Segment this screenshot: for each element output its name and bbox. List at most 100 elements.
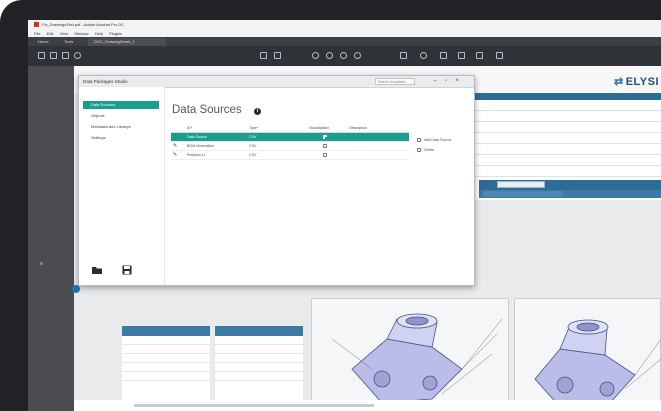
fit-page-icon[interactable]: [400, 52, 407, 59]
zoom-out-icon[interactable]: [340, 52, 347, 59]
menu-help[interactable]: Help: [95, 31, 103, 36]
panel-handle[interactable]: [40, 262, 43, 265]
nav-item-objects[interactable]: Objects: [83, 112, 159, 120]
card-line: [122, 336, 210, 345]
add-data-source-label: Add Data Source: [424, 138, 452, 142]
table-row: [447, 166, 661, 177]
delete-icon: [417, 148, 421, 152]
menubar: File Edit View Window Help Plugins: [28, 30, 661, 37]
nav-item-metadata[interactable]: Metadata and Librarys: [83, 123, 159, 131]
data-packages-dialog: Data Packages Studio Search templates...…: [78, 75, 475, 286]
card-header: [215, 326, 303, 336]
resize-handle[interactable]: [72, 285, 80, 293]
dialog-search-input[interactable]: Search templates...: [375, 78, 415, 85]
row-type: CSV: [249, 135, 257, 139]
maximize-icon[interactable]: ▫: [442, 77, 450, 86]
page-title: Data Sources: [172, 104, 242, 116]
info-card: [215, 326, 303, 411]
delete-button[interactable]: Delete: [417, 145, 467, 155]
save-icon[interactable]: [121, 263, 133, 275]
card-line: [122, 345, 210, 354]
window-titlebar: Fix_DrawingsTest.pdf - Adobe Acrobat Pro…: [28, 20, 661, 30]
row-type: CSV: [249, 153, 257, 157]
edit-row-icon[interactable]: ✎: [173, 152, 177, 158]
pointer-icon[interactable]: [312, 52, 319, 59]
dialog-content: Data Sources i ID* Type* Visualization D…: [165, 87, 474, 285]
card-line: [215, 372, 303, 381]
subheader-cell: [483, 191, 563, 197]
card-line: [122, 363, 210, 372]
add-data-source-button[interactable]: Add Data Source: [417, 135, 467, 145]
card-line: [215, 363, 303, 372]
delete-label: Delete: [424, 148, 435, 152]
menu-file[interactable]: File: [34, 31, 40, 36]
prev-page-icon[interactable]: [260, 52, 267, 59]
folder-open-icon[interactable]: [91, 263, 103, 275]
table-row[interactable]: ✎ BOM Information CSV: [171, 142, 409, 151]
tab-bar: Home Tools DOC_DrawingSheet_1: [28, 37, 661, 46]
row-type: CSV: [249, 144, 257, 148]
table-row: [447, 100, 661, 111]
cad-part-illustration: [534, 319, 661, 408]
mail-icon[interactable]: [62, 52, 69, 59]
column-header-id[interactable]: ID*: [187, 124, 192, 132]
cad-drawing-view: [311, 298, 509, 411]
hand-icon[interactable]: [326, 52, 333, 59]
card-line: [215, 345, 303, 354]
highlight-icon[interactable]: [440, 52, 447, 59]
column-header-description[interactable]: Description: [349, 124, 367, 132]
save-icon[interactable]: [38, 52, 45, 59]
card-line: [122, 372, 210, 381]
menu-edit[interactable]: Edit: [47, 31, 54, 36]
column-header-type[interactable]: Type*: [249, 124, 258, 132]
comment-icon[interactable]: [420, 52, 427, 59]
acrobat-app-icon: [34, 22, 39, 28]
info-icon[interactable]: i: [254, 108, 261, 115]
row-id: Data Source: [187, 135, 207, 139]
row-id: Revision Lt: [187, 153, 205, 157]
menu-window[interactable]: Window: [74, 31, 88, 36]
section-selector[interactable]: [497, 181, 545, 188]
tab-document[interactable]: DOC_DrawingSheet_1: [88, 38, 166, 46]
tab-tools[interactable]: Tools: [58, 38, 80, 46]
document-table-header: [447, 93, 661, 100]
table-row: [447, 155, 661, 166]
cad-part-illustration: [331, 313, 503, 411]
edit-row-icon[interactable]: ✎: [173, 143, 177, 149]
close-icon[interactable]: ×: [453, 77, 461, 86]
menu-view[interactable]: View: [60, 31, 69, 36]
document-section-tabs: [479, 180, 661, 190]
visualization-checkbox[interactable]: [323, 153, 327, 157]
table-row[interactable]: Data Source CSV: [171, 133, 409, 142]
nav-item-settings[interactable]: Settings: [83, 134, 159, 142]
minimize-icon[interactable]: –: [431, 77, 439, 86]
next-page-icon[interactable]: [274, 52, 281, 59]
sign-icon[interactable]: [476, 52, 483, 59]
logo-mark-icon: ⇄: [614, 76, 624, 88]
visualization-checkbox[interactable]: [323, 135, 327, 139]
toolbar: [28, 46, 661, 66]
document-footer: [74, 400, 661, 411]
card-line: [215, 354, 303, 363]
card-header: [122, 326, 210, 336]
column-header-visualization[interactable]: Visualization: [309, 124, 329, 132]
info-card: [122, 326, 210, 411]
search-icon[interactable]: [74, 52, 81, 59]
pen-icon[interactable]: [458, 52, 465, 59]
table-row: [447, 144, 661, 155]
visualization-checkbox[interactable]: [323, 144, 327, 148]
table-row[interactable]: ✎ Revision Lt CSV: [171, 151, 409, 160]
footer-line: [134, 404, 374, 407]
table-row: [447, 111, 661, 122]
tab-home[interactable]: Home: [32, 38, 55, 46]
menu-plugins[interactable]: Plugins: [109, 31, 122, 36]
dialog-nav: Data Sources Objects Metadata and Librar…: [79, 87, 165, 285]
add-icon: [417, 138, 421, 142]
nav-item-data-sources[interactable]: Data Sources: [83, 101, 159, 109]
card-line: [215, 336, 303, 345]
print-icon[interactable]: [50, 52, 57, 59]
cad-drawing-view: [514, 298, 661, 411]
dialog-title: Data Packages Studio: [83, 79, 128, 84]
share-icon[interactable]: [496, 52, 503, 59]
zoom-in-icon[interactable]: [354, 52, 361, 59]
